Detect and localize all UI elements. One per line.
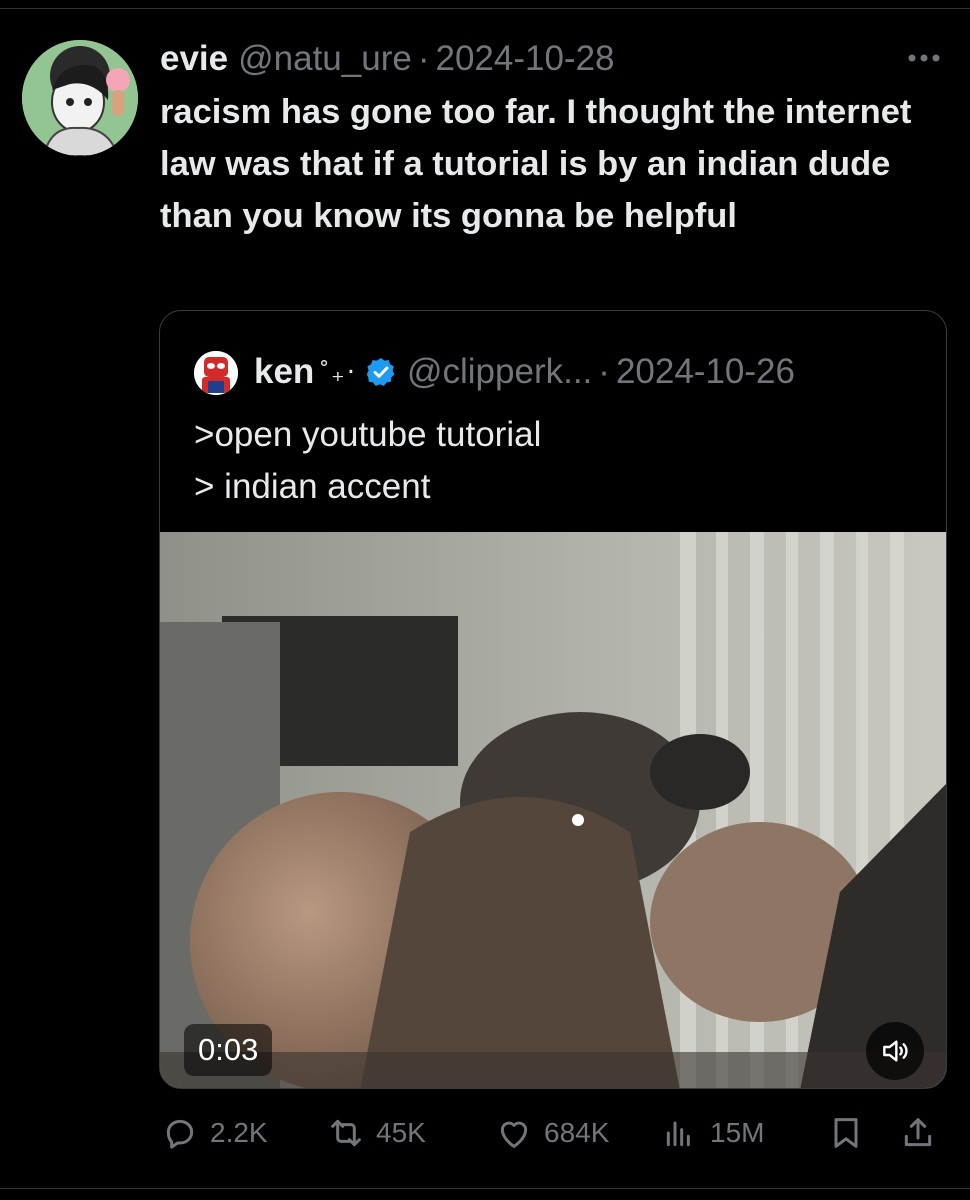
name-decoration: ˚₊‧ bbox=[320, 356, 357, 387]
action-bar: 2.2K 45K 684K 15M bbox=[160, 1108, 950, 1158]
like-count: 684K bbox=[544, 1117, 610, 1148]
quoted-header: ken ˚₊‧ @clipperk... · 2024-10-26 bbox=[254, 349, 795, 395]
quoted-author-avatar[interactable] bbox=[194, 351, 238, 395]
reply-button[interactable]: 2.2K bbox=[160, 1108, 268, 1158]
share-button[interactable] bbox=[898, 1108, 948, 1158]
author-avatar[interactable] bbox=[22, 40, 138, 156]
quoted-line-2: > indian accent bbox=[194, 467, 431, 506]
separator-dot: · bbox=[417, 39, 430, 78]
repost-icon bbox=[331, 1119, 361, 1147]
share-icon bbox=[904, 1118, 932, 1147]
ellipsis-icon bbox=[908, 54, 940, 62]
quoted-author-handle[interactable]: @clipperk... bbox=[407, 352, 592, 392]
reply-count: 2.2K bbox=[210, 1117, 268, 1148]
volume-button[interactable] bbox=[866, 1022, 924, 1080]
quoted-author-name[interactable]: ken bbox=[254, 352, 314, 392]
quoted-separator-dot: · bbox=[598, 352, 610, 391]
quoted-date[interactable]: 2024-10-26 bbox=[616, 352, 795, 392]
like-button[interactable]: 684K bbox=[494, 1108, 609, 1158]
tweet-header: evie @natu_ure · 2024-10-28 bbox=[160, 36, 615, 82]
bottom-divider bbox=[0, 1188, 970, 1189]
quoted-line-1: >open youtube tutorial bbox=[194, 415, 542, 454]
views-count: 15M bbox=[710, 1117, 765, 1148]
bookmark-button[interactable] bbox=[826, 1108, 876, 1158]
speaker-icon bbox=[883, 1040, 908, 1062]
views-icon bbox=[666, 1121, 690, 1147]
video-player[interactable]: 0:03 bbox=[160, 532, 946, 1088]
bookmark-icon bbox=[834, 1118, 858, 1148]
quoted-text: >open youtube tutorial > indian accent bbox=[194, 409, 914, 513]
tweet-date[interactable]: 2024-10-28 bbox=[435, 39, 614, 79]
verified-badge-icon bbox=[365, 356, 397, 388]
repost-count: 45K bbox=[376, 1117, 426, 1148]
more-options-button[interactable] bbox=[904, 40, 944, 76]
author-name[interactable]: evie bbox=[160, 39, 228, 79]
repost-button[interactable]: 45K bbox=[326, 1108, 426, 1158]
video-frame bbox=[160, 532, 946, 1088]
top-divider bbox=[0, 8, 970, 9]
author-handle[interactable]: @natu_ure bbox=[238, 39, 412, 79]
video-duration: 0:03 bbox=[184, 1024, 273, 1076]
quoted-tweet[interactable]: ken ˚₊‧ @clipperk... · 2024-10-26 >open … bbox=[159, 310, 947, 1089]
like-icon bbox=[500, 1121, 528, 1148]
reply-icon bbox=[166, 1119, 194, 1149]
views-button[interactable]: 15M bbox=[660, 1108, 764, 1158]
tweet-text: racism has gone too far. I thought the i… bbox=[160, 93, 912, 235]
